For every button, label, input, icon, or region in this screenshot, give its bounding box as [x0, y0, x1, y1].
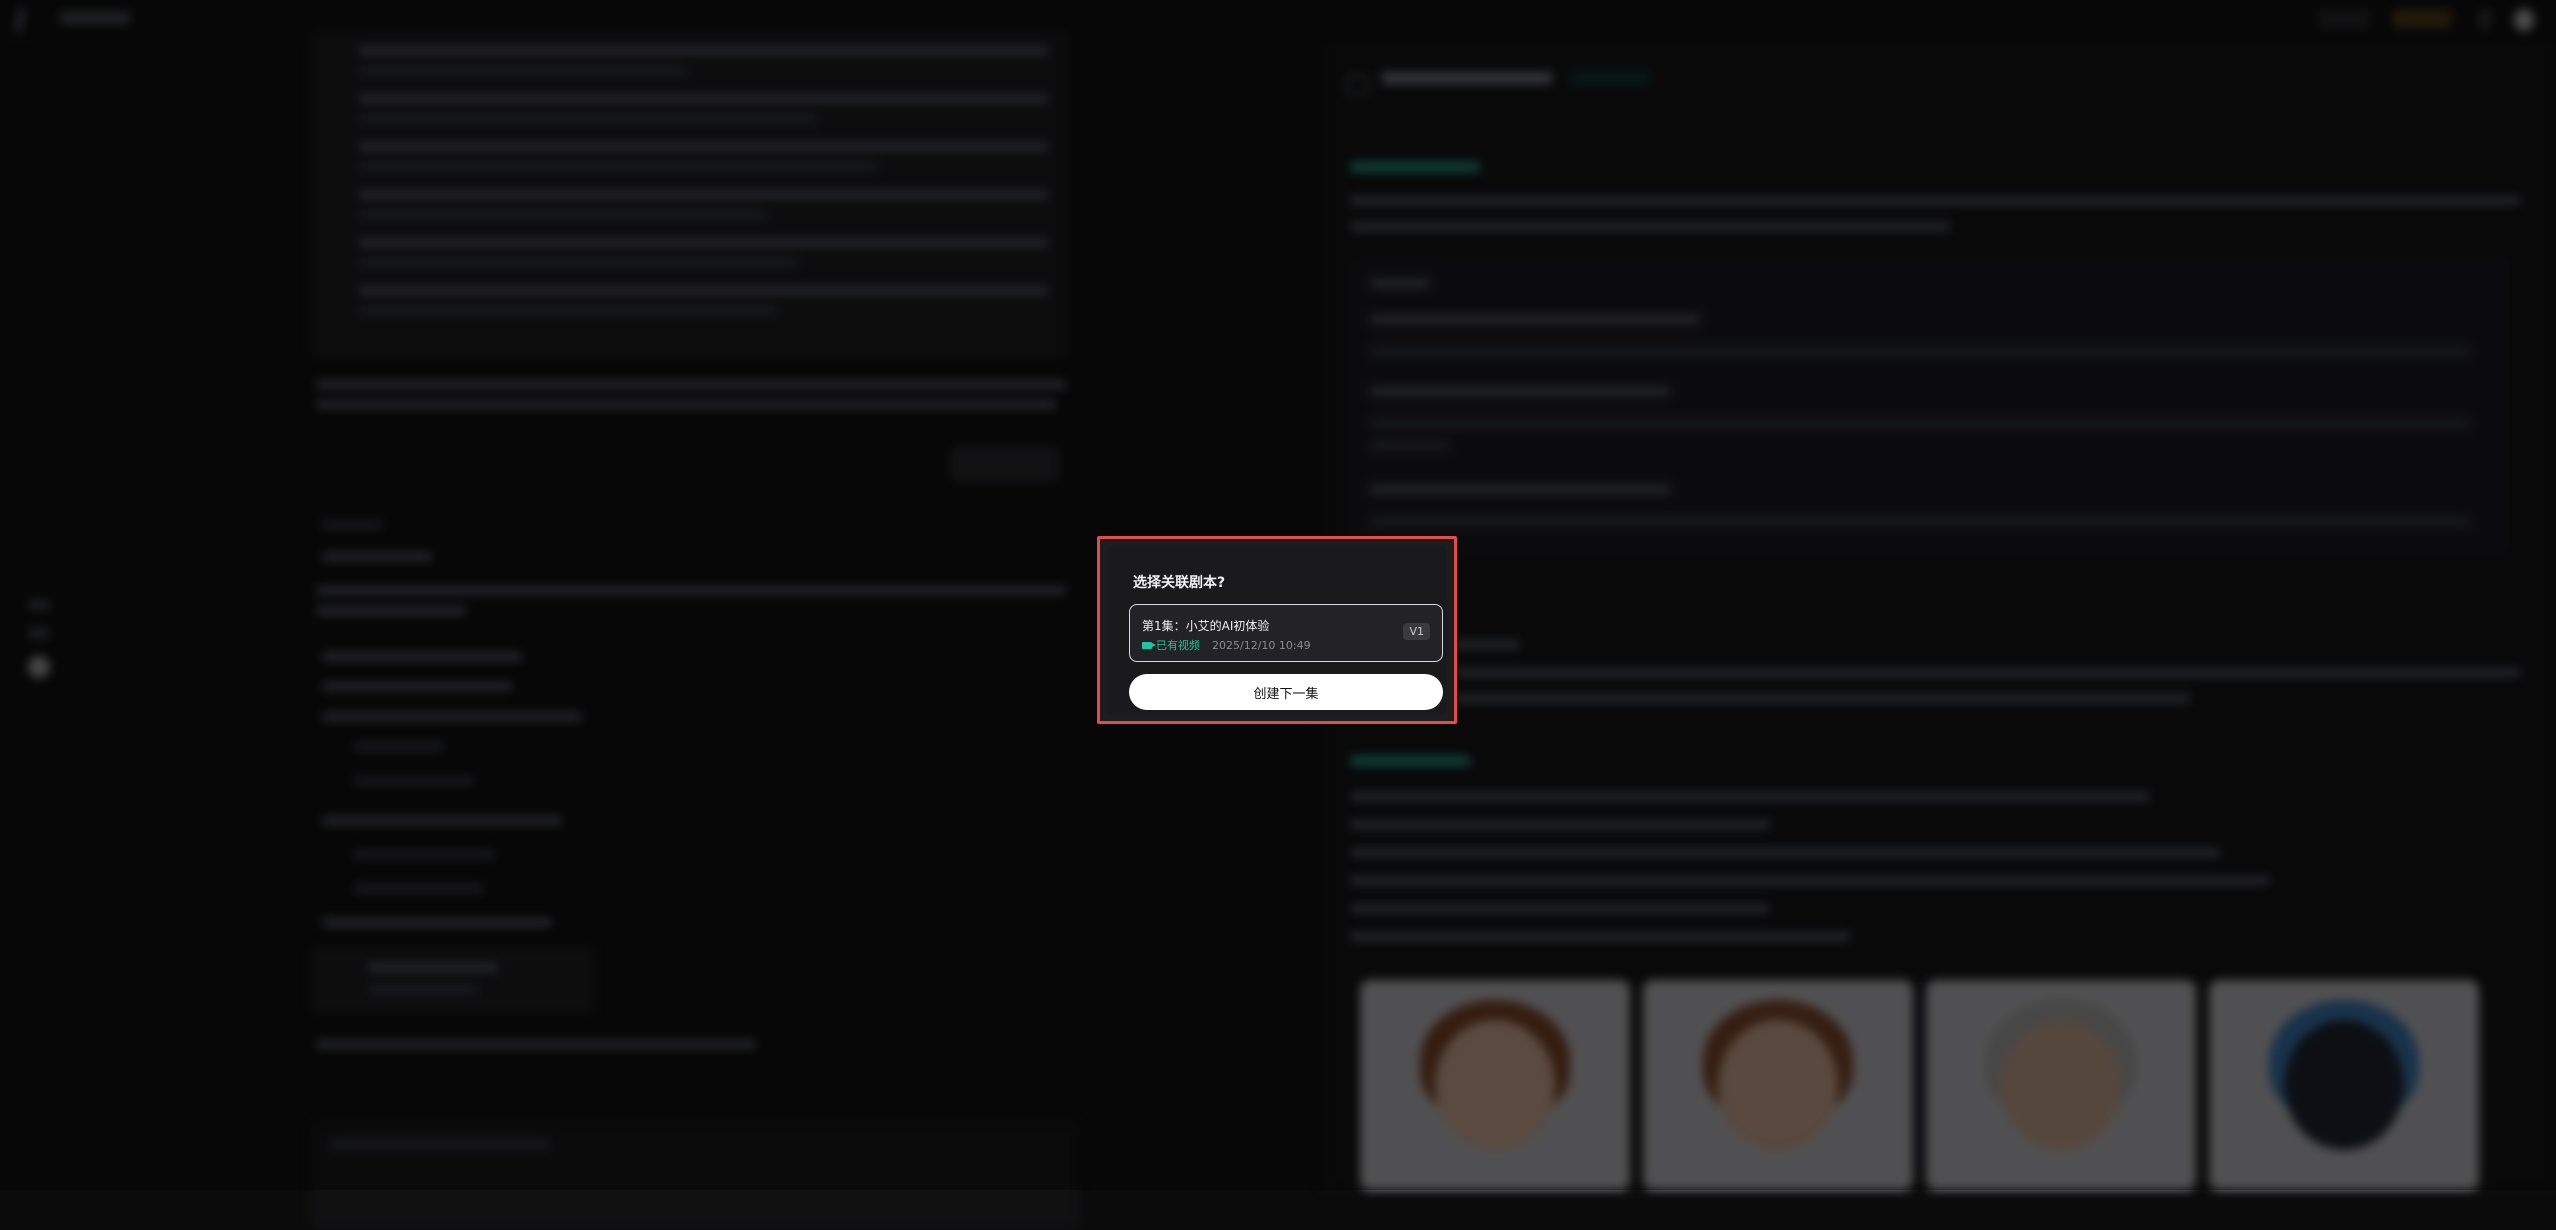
script-option[interactable]: 第1集：小艾的AI初体验 已有视频 2025/12/10 10:49 V1: [1129, 604, 1443, 662]
modal-title: 选择关联剧本?: [1133, 575, 1226, 591]
video-camera-icon: [1142, 641, 1156, 649]
create-next-episode-button[interactable]: 创建下一集: [1129, 674, 1443, 710]
script-option-meta: 已有视频 2025/12/10 10:49: [1142, 637, 1311, 653]
select-script-modal: 选择关联剧本? 第1集：小艾的AI初体验 已有视频 2025/12/10 10:…: [1097, 536, 1457, 724]
video-status: 已有视频: [1156, 639, 1200, 652]
script-option-title: 第1集：小艾的AI初体验: [1142, 619, 1270, 633]
version-badge: V1: [1403, 623, 1430, 640]
modal-body: 选择关联剧本? 第1集：小艾的AI初体验 已有视频 2025/12/10 10:…: [1107, 546, 1447, 714]
script-date: 2025/12/10 10:49: [1212, 638, 1311, 652]
